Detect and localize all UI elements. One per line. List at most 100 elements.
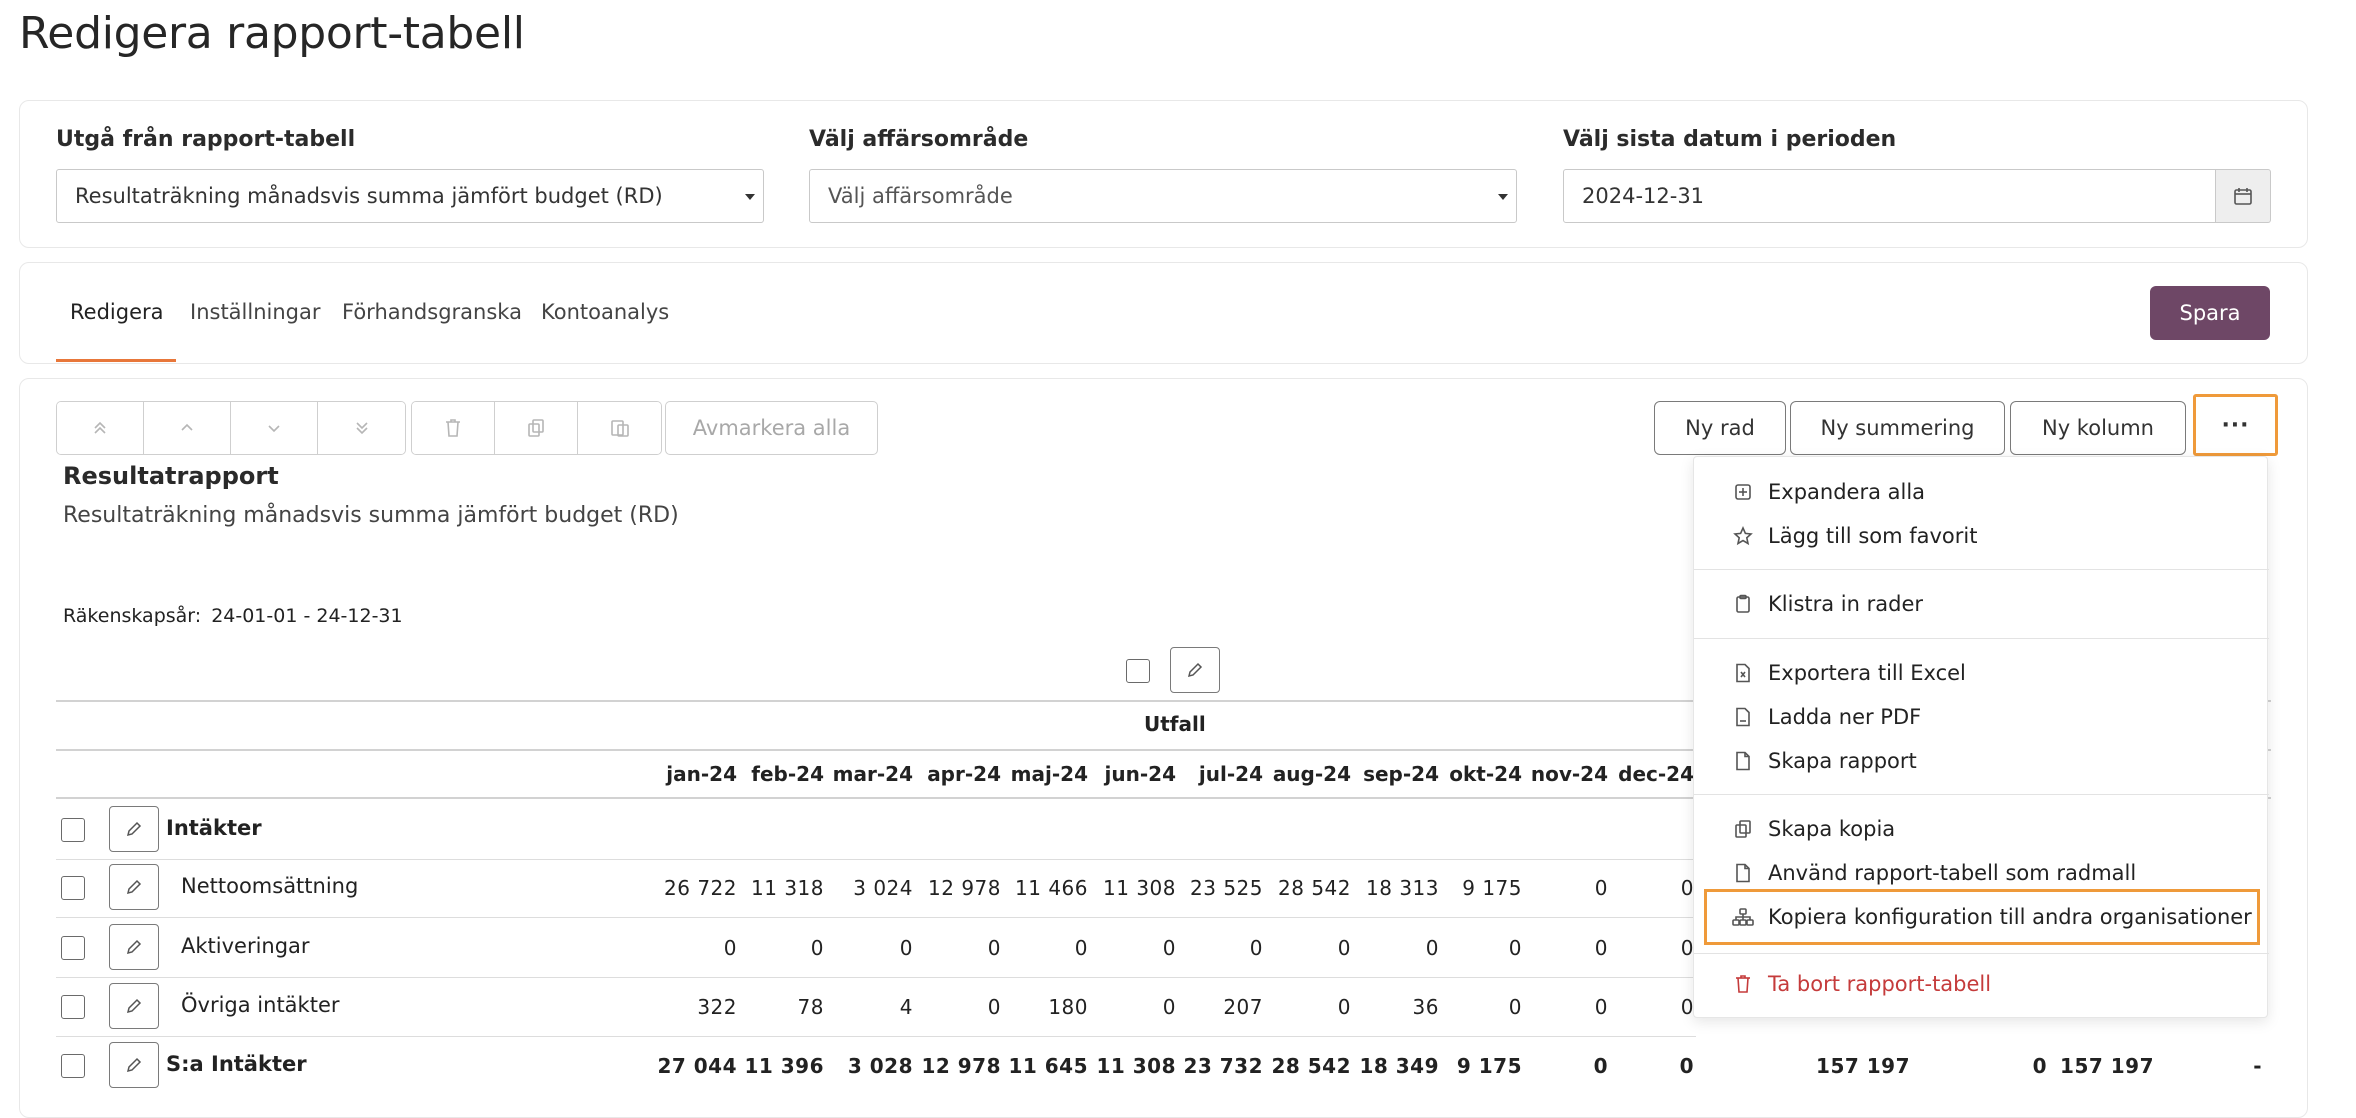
calendar-button[interactable] <box>2216 169 2271 223</box>
row-edit-button[interactable] <box>109 1042 159 1088</box>
row-label: Intäkter <box>166 816 262 840</box>
menu-label: Ta bort rapport-tabell <box>1768 972 1992 996</box>
row-edit-button[interactable] <box>109 806 159 852</box>
row-divider <box>56 917 1696 918</box>
row-label: Aktiveringar <box>181 934 310 958</box>
row-label: Övriga intäkter <box>181 993 340 1017</box>
move-to-top-button[interactable] <box>57 402 144 454</box>
row-divider <box>56 859 1696 860</box>
copy-row-button[interactable] <box>495 402 578 454</box>
menu-item-expand-all[interactable]: Expandera alla <box>1694 472 2269 512</box>
month-header: aug-24 <box>1272 762 1351 786</box>
tab-kontoanalys[interactable]: Kontoanalys <box>541 300 669 324</box>
date-input[interactable]: 2024-12-31 <box>1563 169 2216 223</box>
month-header: maj-24 <box>1010 762 1088 786</box>
menu-label: Skapa kopia <box>1768 817 1896 841</box>
tab-forhandsgranska[interactable]: Förhandsgranska <box>342 300 522 324</box>
month-header: nov-24 <box>1530 762 1608 786</box>
pencil-icon <box>126 821 142 837</box>
menu-item-download-pdf[interactable]: Ladda ner PDF <box>1694 697 2269 737</box>
menu-item-create-copy[interactable]: Skapa kopia <box>1694 809 2269 849</box>
table-cell: 0 <box>1680 936 1694 960</box>
row-checkbox[interactable] <box>61 818 85 842</box>
month-header: feb-24 <box>751 762 824 786</box>
row-label: Nettoomsättning <box>181 874 359 898</box>
table-cell: 23 732 <box>1183 1054 1263 1078</box>
delete-row-button[interactable] <box>412 402 495 454</box>
date-label: Välj sista datum i perioden <box>1563 127 1897 152</box>
chevron-up-icon <box>181 423 193 431</box>
row-checkbox[interactable] <box>61 936 85 960</box>
month-header: jul-24 <box>1198 762 1263 786</box>
table-cell: 0 <box>1594 936 1608 960</box>
new-sum-button[interactable]: Ny summering <box>1790 401 2005 455</box>
table-cell: 27 044 <box>657 1054 737 1078</box>
column-edit-button[interactable] <box>1170 647 1220 693</box>
menu-item-copy-config[interactable]: Kopiera konfiguration till andra organis… <box>1704 889 2260 945</box>
table-cell: 11 645 <box>1008 1054 1088 1078</box>
report-table-select[interactable]: Resultaträkning månadsvis summa jämfört … <box>56 169 764 223</box>
table-cell: 0 <box>723 936 737 960</box>
save-button[interactable]: Spara <box>2150 286 2270 340</box>
menu-label: Kopiera konfiguration till andra organis… <box>1768 905 2252 929</box>
table-cell: 0 <box>810 936 824 960</box>
table-cell: 0 <box>1594 995 1608 1019</box>
table-cell: 11 396 <box>744 1054 824 1078</box>
row-checkbox[interactable] <box>61 995 85 1019</box>
pencil-icon <box>126 939 142 955</box>
table-cell: 0 <box>1337 995 1351 1019</box>
tab-installningar[interactable]: Inställningar <box>190 300 321 324</box>
row-edit-button[interactable] <box>109 983 159 1029</box>
date-value: 2024-12-31 <box>1582 184 1705 208</box>
table-cell: 0 <box>2032 1054 2047 1078</box>
table-cell: 3 024 <box>853 876 913 900</box>
table-cell: 0 <box>1594 876 1608 900</box>
tab-redigera[interactable]: Redigera <box>70 300 164 324</box>
table-cell: 0 <box>1593 1054 1608 1078</box>
row-divider <box>56 977 1696 978</box>
menu-divider <box>1694 794 2269 795</box>
table-cell: 322 <box>697 995 737 1019</box>
table-cell: 28 542 <box>1271 1054 1351 1078</box>
caret-down-icon <box>745 194 755 200</box>
menu-label: Skapa rapport <box>1768 749 1917 773</box>
move-to-bottom-button[interactable] <box>318 402 405 454</box>
paste-icon <box>610 420 629 437</box>
move-down-button[interactable] <box>231 402 318 454</box>
menu-item-create-report[interactable]: Skapa rapport <box>1694 741 2269 781</box>
menu-label: Expandera alla <box>1768 480 1926 504</box>
new-column-button[interactable]: Ny kolumn <box>2010 401 2186 455</box>
row-edit-button[interactable] <box>109 924 159 970</box>
copy-icon <box>528 419 544 437</box>
row-checkbox[interactable] <box>61 1054 85 1078</box>
menu-item-delete-table[interactable]: Ta bort rapport-tabell <box>1694 964 2269 1004</box>
paste-row-button[interactable] <box>578 402 661 454</box>
month-header: jan-24 <box>666 762 737 786</box>
column-select-checkbox[interactable] <box>1126 659 1150 683</box>
month-header: okt-24 <box>1449 762 1522 786</box>
move-up-button[interactable] <box>144 402 231 454</box>
chevron-down-icon <box>268 425 280 433</box>
more-options-button[interactable]: ··· <box>2193 394 2278 456</box>
table-cell: 0 <box>1680 995 1694 1019</box>
menu-item-export-excel[interactable]: Exportera till Excel <box>1694 653 2269 693</box>
table-cell: 18 313 <box>1366 876 1439 900</box>
month-header: apr-24 <box>927 762 1001 786</box>
menu-item-add-favorite[interactable]: Lägg till som favorit <box>1694 516 2269 556</box>
row-edit-button[interactable] <box>109 864 159 910</box>
business-area-select[interactable]: Välj affärsområde <box>809 169 1517 223</box>
report-table-label: Utgå från rapport-tabell <box>56 127 356 152</box>
table-cell: 180 <box>1048 995 1088 1019</box>
table-cell: 0 <box>1249 936 1263 960</box>
table-cell: 157 197 <box>1816 1054 1910 1078</box>
deselect-all-button[interactable]: Avmarkera alla <box>665 401 878 455</box>
new-row-button[interactable]: Ny rad <box>1654 401 1786 455</box>
menu-item-paste-rows[interactable]: Klistra in rader <box>1694 584 2269 624</box>
table-cell: 0 <box>1162 995 1176 1019</box>
table-cell: 12 978 <box>921 1054 1001 1078</box>
menu-divider <box>1694 638 2269 639</box>
row-checkbox[interactable] <box>61 876 85 900</box>
month-header: sep-24 <box>1363 762 1439 786</box>
menu-label: Ladda ner PDF <box>1768 705 1922 729</box>
menu-item-use-as-row-template[interactable]: Använd rapport-tabell som radmall <box>1694 853 2269 893</box>
